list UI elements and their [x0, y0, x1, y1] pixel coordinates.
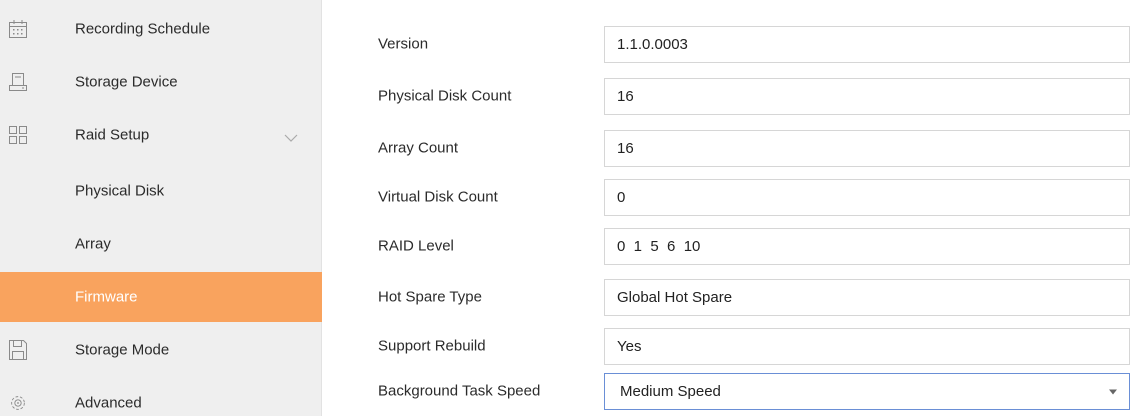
sidebar-item-label: Storage Mode: [75, 341, 170, 359]
sidebar-item-label: Firmware: [75, 288, 138, 306]
sidebar-item-label: Raid Setup: [75, 126, 150, 144]
form-row-hot-spare-type: Hot Spare Type Global Hot Spare: [322, 272, 1136, 322]
hard-drive-icon: [8, 71, 28, 93]
background-task-speed-value: Medium Speed: [620, 383, 721, 400]
raid-level-label: RAID Level: [378, 237, 454, 255]
form-row-array-count: Array Count 16: [322, 123, 1136, 173]
form-row-version: Version 1.1.0.0003: [322, 19, 1136, 69]
sidebar-item-physical-disk[interactable]: Physical Disk: [0, 166, 322, 216]
virtual-disk-count-field[interactable]: 0: [604, 179, 1130, 216]
version-label: Version: [378, 35, 429, 53]
grid-icon: [8, 124, 28, 146]
form-row-raid-level: RAID Level 0 1 5 6 10: [322, 221, 1136, 271]
physical-disk-count-label: Physical Disk Count: [378, 87, 512, 105]
array-count-label: Array Count: [378, 139, 459, 157]
sidebar-item-storage-device[interactable]: Storage Device: [0, 57, 322, 107]
sidebar-item-label: Recording Schedule: [75, 20, 211, 38]
sidebar-item-array[interactable]: Array: [0, 219, 322, 269]
support-rebuild-label: Support Rebuild: [378, 337, 486, 355]
version-field[interactable]: 1.1.0.0003: [604, 26, 1130, 63]
sidebar-item-storage-mode[interactable]: Storage Mode: [0, 325, 322, 375]
sidebar-item-label: Array: [75, 235, 111, 253]
background-task-speed-select[interactable]: Medium Speed: [604, 373, 1130, 410]
background-task-speed-label: Background Task Speed: [378, 382, 541, 400]
hot-spare-type-field[interactable]: Global Hot Spare: [604, 279, 1130, 316]
form-row-physical-disk-count: Physical Disk Count 16: [322, 71, 1136, 121]
virtual-disk-count-label: Virtual Disk Count: [378, 188, 498, 206]
form-row-support-rebuild: Support Rebuild Yes: [322, 321, 1136, 371]
sidebar: Recording Schedule Storage Device Raid S…: [0, 0, 322, 416]
sidebar-item-label: Physical Disk: [75, 182, 165, 200]
form-row-virtual-disk-count: Virtual Disk Count 0: [322, 172, 1136, 222]
hot-spare-type-label: Hot Spare Type: [378, 288, 482, 306]
support-rebuild-field[interactable]: Yes: [604, 328, 1130, 365]
sidebar-item-label: Storage Device: [75, 73, 178, 91]
gear-icon: [8, 392, 28, 414]
physical-disk-count-field[interactable]: 16: [604, 78, 1130, 115]
floppy-disk-icon: [8, 339, 28, 361]
dropdown-caret-icon[interactable]: [1109, 389, 1117, 394]
raid-level-field[interactable]: 0 1 5 6 10: [604, 228, 1130, 265]
sidebar-item-advanced[interactable]: Advanced: [0, 378, 322, 416]
form-row-background-task-speed: Background Task Speed Medium Speed: [322, 366, 1136, 416]
calendar-icon: [8, 18, 28, 40]
sidebar-item-recording-schedule[interactable]: Recording Schedule: [0, 4, 322, 54]
sidebar-item-raid-setup[interactable]: Raid Setup: [0, 110, 322, 160]
sidebar-item-label: Advanced: [75, 394, 142, 412]
chevron-down-icon[interactable]: [284, 130, 298, 142]
sidebar-item-firmware[interactable]: Firmware: [0, 272, 322, 322]
array-count-field[interactable]: 16: [604, 130, 1130, 167]
